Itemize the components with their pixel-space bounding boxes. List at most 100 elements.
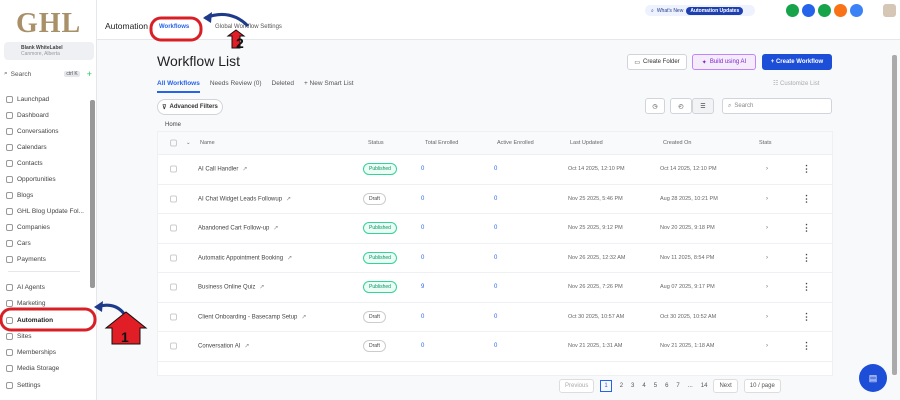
workflow-name-text[interactable]: AI Call Handler [198,167,238,173]
table-row[interactable]: Automatic Appointment Booking ↗ Published 0… [158,242,832,273]
stats-chevron-icon[interactable]: › [766,166,768,172]
sidebar-item-conversations[interactable]: Conversations [6,124,86,138]
workflow-name-text[interactable]: Conversation AI [198,344,240,350]
workflow-name[interactable]: AI Call Handler ↗ [198,166,247,173]
active-enrolled[interactable]: 0 [494,284,497,290]
tab-workflows[interactable]: Workflows [159,24,189,30]
sidebar-item-sites[interactable]: Sites [6,329,86,343]
sidebar-item-settings[interactable]: Settings [6,378,86,392]
page-2[interactable]: 2 [620,383,623,389]
sidebar-item-contacts[interactable]: Contacts [6,156,86,170]
tab-all-workflows[interactable]: All Workflows [157,80,200,93]
sidebar-item-payments[interactable]: Payments [6,252,86,266]
customize-list-button[interactable]: ☷ Customize List [773,80,819,87]
page-4[interactable]: 4 [642,383,645,389]
external-link-icon[interactable]: ↗ [273,226,278,232]
page-7[interactable]: 7 [676,383,679,389]
more-options-icon[interactable]: ⋮ [802,311,811,322]
previous-button[interactable]: Previous [559,379,595,393]
avatar[interactable] [883,4,896,17]
create-workflow-button[interactable]: + Create Workflow [762,54,832,70]
chat-button[interactable]: ▤ [859,364,887,392]
col-created-on[interactable]: Created On [663,140,691,146]
workflow-name-text[interactable]: Abandoned Cart Follow-up [198,226,269,232]
page-1[interactable]: 1 [600,380,612,392]
workflow-search-input[interactable]: ⌕ Search [722,98,832,114]
table-row[interactable]: Abandoned Cart Follow-up ↗ Published 0 0 Nov … [158,213,832,243]
active-enrolled[interactable]: 0 [494,225,497,231]
total-enrolled[interactable]: 0 [421,255,424,261]
workflow-name[interactable]: Business Online Quiz ↗ [198,284,264,291]
external-link-icon[interactable]: ↗ [242,167,247,173]
table-row[interactable]: Client Onboarding - Basecamp Setup ↗ Draft… [158,301,832,332]
table-row[interactable]: Conversation AI ↗ Draft 0 0 Nov 21 2025, 1:31… [158,331,832,361]
chevron-down-icon[interactable]: ⌄ [186,140,191,146]
row-checkbox[interactable] [170,165,177,173]
sidebar-item-opportunities[interactable]: Opportunities [6,172,86,186]
history-button[interactable]: ◷ [645,98,665,114]
total-enrolled[interactable]: 0 [421,343,424,349]
sidebar-scrollbar[interactable] [90,100,95,288]
megaphone-icon[interactable] [818,4,831,17]
external-link-icon[interactable]: ↗ [301,314,306,320]
page-5[interactable]: 5 [654,383,657,389]
sidebar-item-blogs[interactable]: Blogs [6,188,86,202]
active-enrolled[interactable]: 0 [494,314,497,320]
workflow-name-text[interactable]: Automatic Appointment Booking [198,255,283,261]
workflow-name[interactable]: Client Onboarding - Basecamp Setup ↗ [198,313,306,320]
col-name[interactable]: Name [200,140,215,146]
active-enrolled[interactable]: 0 [494,196,497,202]
sidebar-item-media-storage[interactable]: Media Storage [6,361,86,375]
new-smart-list-button[interactable]: + New Smart List [304,80,354,93]
sidebar-item-cars[interactable]: Cars [6,236,86,250]
more-options-icon[interactable]: ⋮ [802,164,811,175]
clock-view-button[interactable]: ◴ [670,98,692,114]
row-checkbox[interactable] [170,254,177,262]
sidebar-item-memberships[interactable]: Memberships [6,345,86,359]
more-options-icon[interactable]: ⋮ [802,252,811,263]
tab-global-workflow-settings[interactable]: Global Workflow Settings [215,24,282,30]
sidebar-item-launchpad[interactable]: Launchpad [6,92,86,106]
per-page-select[interactable]: 10 / page [743,379,781,393]
table-row[interactable]: AI Call Handler ↗ Published 0 0 Oct 14 2025, … [158,154,832,184]
page-3[interactable]: 3 [631,383,634,389]
active-enrolled[interactable]: 0 [494,343,497,349]
row-checkbox[interactable] [170,195,177,203]
stats-chevron-icon[interactable]: › [766,343,768,349]
total-enrolled[interactable]: 0 [421,314,424,320]
tab-needs-review[interactable]: Needs Review (0) [210,80,262,93]
help-icon[interactable] [850,4,863,17]
sidebar-item-marketing[interactable]: Marketing [6,296,86,310]
phone-icon[interactable] [786,4,799,17]
col-last-updated[interactable]: Last Updated [570,140,603,146]
workflow-name-text[interactable]: Client Onboarding - Basecamp Setup [198,314,297,320]
sidebar-search[interactable]: ⌕ Search ctrl K + [4,68,92,80]
row-checkbox[interactable] [170,313,177,321]
advanced-filters-button[interactable]: ⊽ Advanced Filters [157,99,223,115]
sidebar-item-ghl-blog-update-fol-[interactable]: GHL Blog Update Fol... [6,204,86,218]
more-options-icon[interactable]: ⋮ [802,341,811,352]
active-enrolled[interactable]: 0 [494,166,497,172]
whats-new-button[interactable]: ⌕ What's New Automation Updates [645,5,755,16]
workflow-name[interactable]: Automatic Appointment Booking ↗ [198,254,292,261]
table-row[interactable]: Business Online Quiz ↗ Published 9 0 Nov 26 2… [158,272,832,302]
list-view-button[interactable]: ☰ [692,98,714,114]
stats-chevron-icon[interactable]: › [766,314,768,320]
sidebar-item-companies[interactable]: Companies [6,220,86,234]
next-button[interactable]: Next [713,379,738,393]
more-options-icon[interactable]: ⋮ [802,193,811,204]
more-options-icon[interactable]: ⋮ [802,223,811,234]
sidebar-item-automation[interactable]: Automation [6,313,86,327]
tab-deleted[interactable]: Deleted [272,80,294,93]
workflow-name[interactable]: Abandoned Cart Follow-up ↗ [198,225,278,232]
total-enrolled[interactable]: 0 [421,225,424,231]
create-folder-button[interactable]: ▭ Create Folder [627,54,687,70]
workflow-name-text[interactable]: AI Chat Widget Leads Followup [198,196,282,202]
table-row[interactable]: AI Chat Widget Leads Followup ↗ Draft 0 0 Nov… [158,183,832,214]
workflow-name-text[interactable]: Business Online Quiz [198,285,255,291]
add-icon[interactable]: + [87,69,92,79]
select-all-checkbox[interactable] [170,139,177,147]
link-icon[interactable] [802,4,815,17]
total-enrolled[interactable]: 0 [421,166,424,172]
workflow-name[interactable]: Conversation AI ↗ [198,343,249,350]
